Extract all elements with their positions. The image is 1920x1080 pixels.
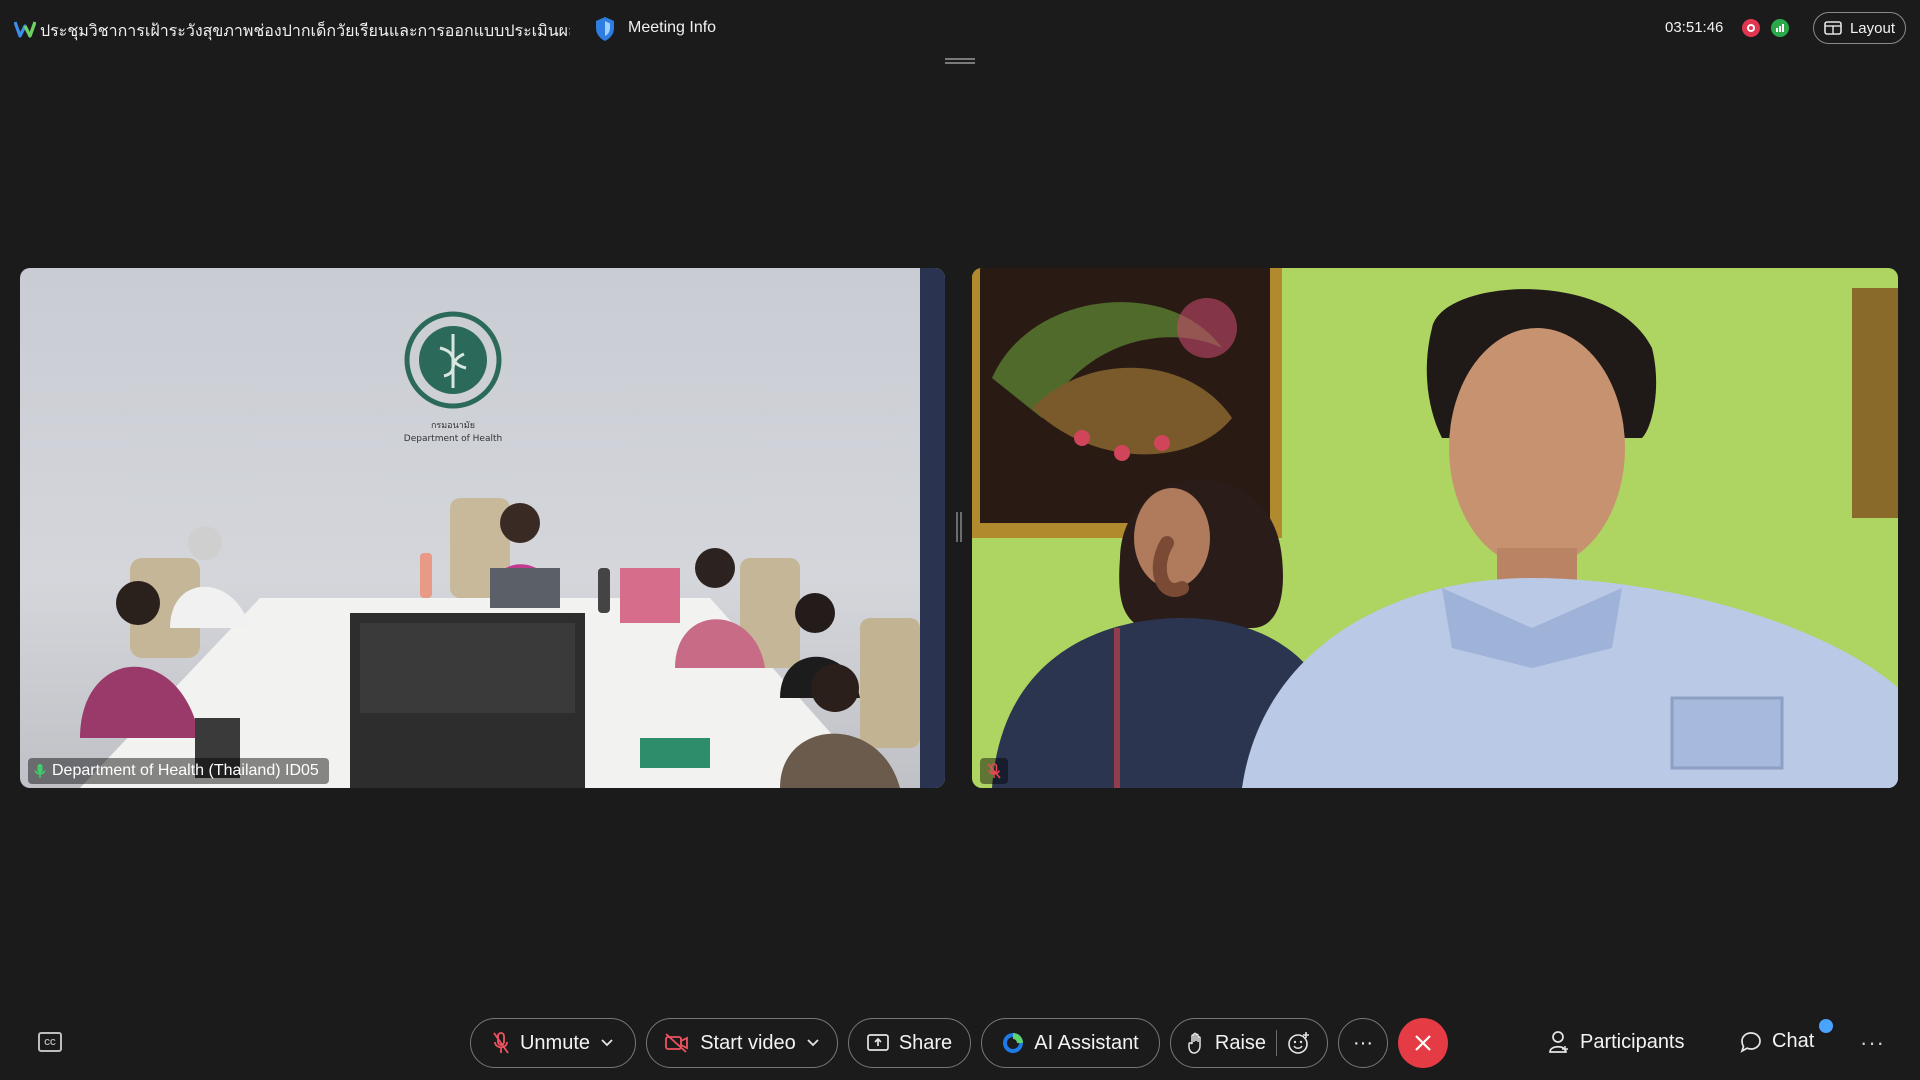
- reaction-icon[interactable]: [1287, 1031, 1311, 1055]
- layout-button[interactable]: Layout: [1813, 12, 1906, 44]
- more-options-button[interactable]: ···: [1338, 1018, 1388, 1068]
- overflow-menu-button[interactable]: ···: [1860, 1030, 1885, 1056]
- end-call-button[interactable]: [1398, 1018, 1448, 1068]
- share-screen-icon: [866, 1034, 889, 1051]
- tile-splitter[interactable]: [956, 512, 962, 542]
- video-tile-department-of-health[interactable]: กรมอนามัย Department of Health Departmen…: [20, 268, 945, 788]
- shield-icon[interactable]: [594, 16, 616, 42]
- ai-assistant-button[interactable]: AI Assistant: [981, 1018, 1160, 1068]
- participant-video: [972, 268, 1898, 788]
- video-off-icon: [665, 1033, 689, 1053]
- chevron-down-icon[interactable]: [600, 1038, 614, 1048]
- chat-label: Chat: [1772, 1030, 1815, 1052]
- close-icon: [1415, 1035, 1431, 1051]
- record-icon[interactable]: [1742, 19, 1760, 37]
- seal-caption-en: Department of Health: [404, 434, 502, 444]
- share-label: Share: [898, 1031, 953, 1054]
- raise-label: Raise: [1214, 1031, 1267, 1054]
- layout-label: Layout: [1849, 19, 1896, 37]
- unmute-button[interactable]: Unmute: [470, 1018, 636, 1068]
- unmute-label: Unmute: [519, 1031, 591, 1054]
- meeting-timer: 03:51:46: [1665, 19, 1724, 36]
- meeting-title: ประชุมวิชาการเฝ้าระวังสุขภาพช่องปากเด็กว…: [40, 23, 570, 40]
- signal-icon[interactable]: [1771, 19, 1789, 37]
- participant-name-tag: Department of Health (Thailand) ID05: [28, 758, 329, 784]
- conference-room-video: กรมอนามัย Department of Health: [20, 268, 945, 788]
- video-tile-participant[interactable]: [972, 268, 1898, 788]
- closed-caption-icon[interactable]: CC: [38, 1032, 62, 1052]
- seal-caption-th: กรมอนามัย: [431, 421, 475, 431]
- mic-off-icon: [493, 1032, 509, 1054]
- share-button[interactable]: Share: [848, 1018, 971, 1068]
- mic-icon: [34, 764, 46, 778]
- chat-icon: [1740, 1031, 1761, 1053]
- ai-assistant-label: AI Assistant: [1034, 1031, 1139, 1054]
- start-video-label: Start video: [700, 1031, 796, 1054]
- panel-drag-handle[interactable]: [945, 58, 975, 64]
- mic-off-icon: [987, 763, 1001, 779]
- chat-button[interactable]: Chat: [1740, 1030, 1814, 1053]
- top-bar: ประชุมวิชาการเฝ้าระวังสุขภาพช่องปากเด็กว…: [0, 0, 1920, 58]
- chevron-down-icon[interactable]: [806, 1038, 820, 1048]
- divider: [1276, 1030, 1278, 1056]
- webex-logo-icon: [14, 21, 36, 38]
- chat-notification-badge: [1819, 1019, 1833, 1033]
- start-video-button[interactable]: Start video: [646, 1018, 838, 1068]
- participant-muted-badge: [980, 758, 1008, 784]
- participants-button[interactable]: Participants: [1548, 1030, 1685, 1054]
- participants-label: Participants: [1580, 1030, 1685, 1053]
- participant-name: Department of Health (Thailand) ID05: [52, 762, 319, 779]
- ai-assistant-icon: [1003, 1033, 1024, 1053]
- participants-icon: [1549, 1031, 1568, 1053]
- layout-icon: [1824, 21, 1842, 35]
- meeting-info-button[interactable]: Meeting Info: [628, 19, 716, 37]
- hand-icon: [1188, 1032, 1201, 1054]
- raise-hand-button[interactable]: Raise: [1170, 1018, 1328, 1068]
